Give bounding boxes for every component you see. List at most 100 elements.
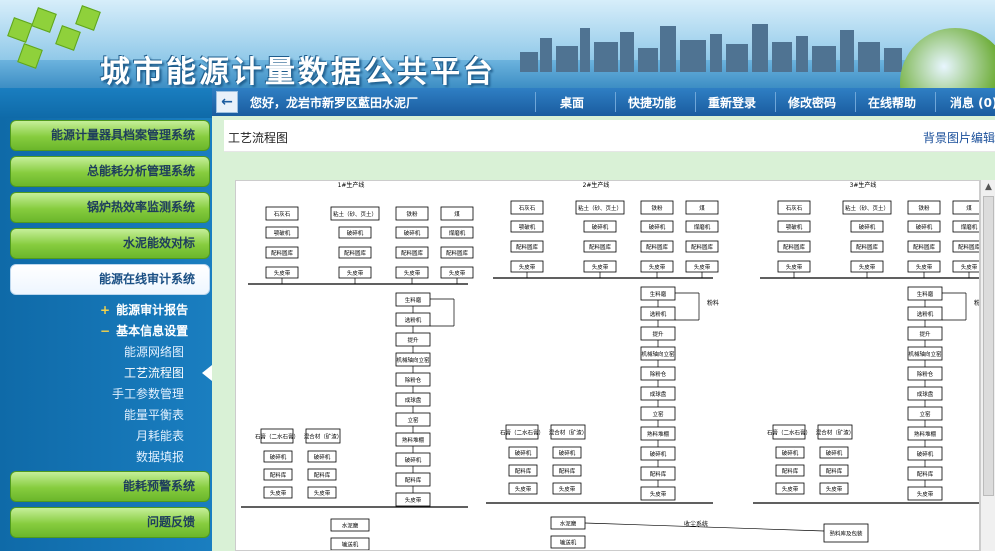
process-step-label: 立窑 [407,416,419,424]
admixture-label: 混合材（矿渣） [816,429,855,437]
process-step-label: 头皮带 [917,490,934,498]
process-step-label: 提升 [407,336,419,344]
crusher-label: 煤磨机 [694,223,711,231]
raw-material-label: 铁粉 [651,204,663,212]
subitem-process-flow[interactable]: 工艺流程图 [124,364,184,381]
process-step-label: 熟料堆棚 [914,430,937,438]
sidebar-item-feedback[interactable]: 问题反馈 [10,507,210,538]
subsection-label: 能源审计报告 [116,303,189,317]
bottom-silo-label: 配料库 [559,467,576,475]
nav-change-password-link[interactable]: 修改密码 [788,94,836,111]
vertical-scrollbar[interactable]: ▲ [980,180,995,551]
nav-relogin-link[interactable]: 重新登录 [708,94,756,111]
nav-messages-link[interactable]: 消息 (0) [950,94,995,111]
process-step-label: 立窑 [652,410,664,418]
belt-label: 头皮带 [916,263,933,271]
process-step-label: 提升 [919,330,931,338]
production-line-title: 1#生产线 [338,181,365,189]
cement-mill-label: 水泥磨 [560,520,577,528]
subitem-energy-balance[interactable]: 能量平衡表 [124,406,184,423]
background-image-edit-link[interactable]: 背景图片编辑 [923,129,995,146]
content-area: 工艺流程图 背景图片编辑 1#生产线 石灰石 颚破机 配料圆库 头皮带 粘土（砂、页土） 破… [212,116,995,551]
batch-silo-label: 配料圆库 [271,249,294,257]
process-step-label: 除粉仓 [917,370,934,378]
belt-label: 头皮带 [592,263,609,271]
production-line-title: 2#生产线 [583,181,610,189]
bottom-silo-label: 配料库 [826,467,843,475]
nav-divider [535,92,536,112]
bottom-crusher-label: 破碎机 [782,449,799,457]
admixture-label: 混合材（矿渣） [549,429,588,437]
subitem-manual-params[interactable]: 手工参数管理 [112,385,184,402]
process-step-label: 头皮带 [650,490,667,498]
raw-material-label: 煤 [966,204,972,212]
process-flow-diagram: 1#生产线 石灰石 颚破机 配料圆库 头皮带 粘土（砂、页土） 破碎机 配料圆库 头皮带 铁粉 破碎… [235,180,980,551]
bottom-belt-label: 头皮带 [559,485,576,493]
cement-mill-label: 水泥磨 [342,522,359,530]
process-step-label: 破碎机 [650,450,667,458]
crusher-label: 颚破机 [786,223,803,231]
back-arrow-button[interactable]: ← [216,91,238,113]
crusher-label: 破碎机 [859,223,876,231]
sidebar-item-boiler-efficiency[interactable]: 锅炉热效率监测系统 [10,192,210,223]
process-step-label: 机械轴向立窑 [641,350,675,358]
production-line-title: 3#生产线 [850,181,877,189]
raw-material-label: 石灰石 [519,204,536,212]
process-step-label: 配料库 [650,470,667,478]
process-step-label: 除粉仓 [405,376,422,384]
bottom-silo-label: 配料库 [515,467,532,475]
raw-material-label: 粘土（砂、页土） [845,204,889,212]
batch-silo-label: 配料圆库 [516,243,539,251]
subitem-data-entry[interactable]: 数据填报 [136,448,184,465]
bottom-crusher-label: 破碎机 [314,453,331,461]
crusher-label: 煤磨机 [449,229,466,237]
current-pointer-icon [202,365,212,381]
header-banner: 城市能源计量数据公共平台 [0,0,995,88]
raw-material-label: 石灰石 [786,204,803,212]
bottom-silo-label: 配料库 [270,471,287,479]
cube-decoration [55,25,81,51]
nav-shortcuts-link[interactable]: 快捷功能 [628,94,676,111]
scroll-up-icon[interactable]: ▲ [981,180,995,194]
site-title: 城市能源计量数据公共平台 [100,55,496,88]
clinker-storage-label: 熟料库及包装 [829,530,863,538]
side-note: 粉料 [707,299,719,307]
process-step-label: 成球盘 [917,390,934,398]
subsection-label: 基本信息设置 [116,324,189,338]
bottom-belt-label: 头皮带 [314,489,331,497]
raw-material-label: 粘土（砂、页土） [333,210,377,218]
process-step-label: 成球盘 [650,390,667,398]
bottom-crusher-label: 破碎机 [826,449,843,457]
process-step-label: 破碎机 [405,456,422,464]
subitem-monthly-energy[interactable]: 月耗能表 [136,427,184,444]
sidebar-item-cement-benchmark[interactable]: 水泥能效对标 [10,228,210,259]
sidebar-item-energy-analysis[interactable]: 总能耗分析管理系统 [10,156,210,187]
process-step-label: 选粉机 [650,310,667,318]
sidebar: 能源计量器具档案管理系统 总能耗分析管理系统 锅炉热效率监测系统 水泥能效对标 … [0,88,212,551]
crusher-label: 煤磨机 [961,223,978,231]
process-step-label: 机械轴向立窑 [908,350,942,358]
batch-silo-label: 配料圆库 [691,243,714,251]
process-step-label: 机械轴向立窑 [396,356,430,364]
conveyor-label: 输送机 [342,541,359,549]
batch-silo-label: 配料圆库 [913,243,936,251]
sidebar-item-energy-warning[interactable]: 能耗预警系统 [10,471,210,502]
subitem-energy-network[interactable]: 能源网络图 [124,343,184,360]
sidebar-item-online-audit[interactable]: 能源在线审计系统 [10,264,210,295]
sidebar-item-meter-archive[interactable]: 能源计量器具档案管理系统 [10,120,210,151]
crusher-label: 破碎机 [649,223,666,231]
raw-material-label: 石灰石 [274,210,291,218]
crusher-label: 破碎机 [916,223,933,231]
nav-online-help-link[interactable]: 在线帮助 [868,94,916,111]
process-step-label: 成球盘 [405,396,422,404]
scrollbar-thumb[interactable] [983,196,994,496]
nav-desktop-link[interactable]: 桌面 [560,94,584,111]
raw-material-label: 煤 [454,210,460,218]
raw-material-label: 铁粉 [406,210,418,218]
process-step-label: 头皮带 [405,496,422,504]
subsection-basic-settings[interactable]: − 基本信息设置 [100,322,188,339]
nav-divider [615,92,616,112]
subsection-audit-report[interactable]: + 能源审计报告 [100,301,188,318]
bottom-belt-label: 头皮带 [826,485,843,493]
gypsum-label: 石膏（二水石膏） [255,433,299,441]
